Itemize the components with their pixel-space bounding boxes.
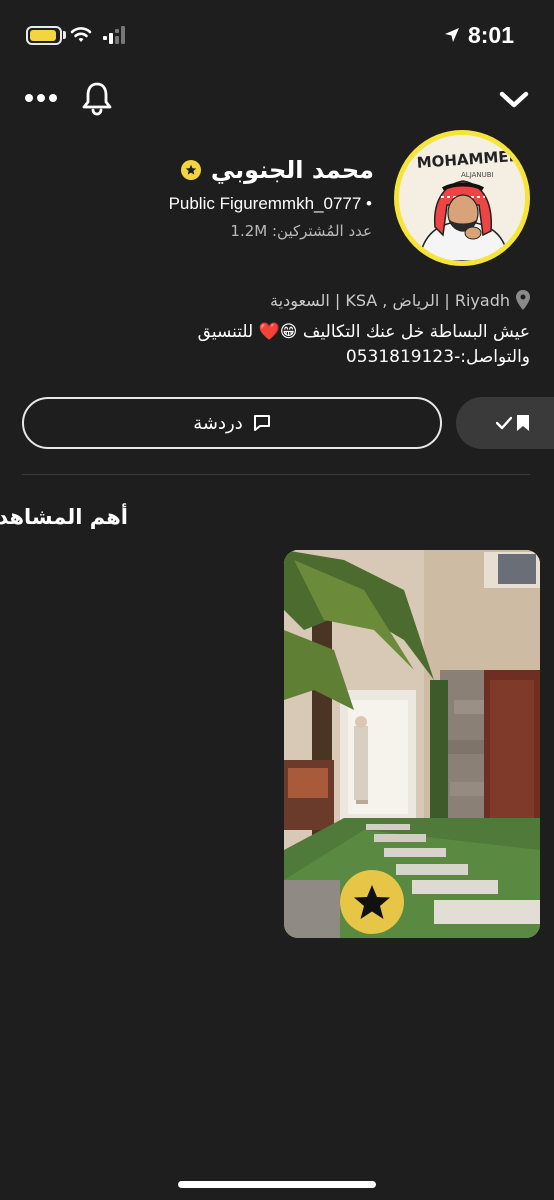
status-time: 8:01 (467, 21, 514, 48)
map-pin-icon (516, 290, 530, 310)
profile-bio: عيش البساطة خل عنك التكاليف 😁❤️ للتنسيق … (197, 322, 530, 367)
avatar[interactable]: MOHAMMED ALJANUBI (394, 130, 530, 266)
more-horizontal-icon[interactable] (24, 86, 58, 110)
profile-subtitle: Public Figuremmkh_0777 • (168, 194, 372, 213)
star-badge-icon (180, 160, 201, 180)
wifi-icon (70, 27, 92, 42)
status-bar: 8:01 (0, 0, 554, 70)
highlight-card[interactable] (284, 550, 540, 938)
chat-button-label: دردشة (193, 412, 243, 434)
profile-name: محمد الجنوبي (210, 156, 374, 184)
location-arrow-icon (444, 28, 459, 42)
chat-icon (253, 415, 270, 431)
chevron-down-icon[interactable] (498, 86, 530, 112)
battery-nub (63, 31, 66, 39)
avatar-illustration: MOHAMMED ALJANUBI (399, 135, 525, 261)
cellular-icon (103, 26, 125, 44)
location-row: Riyadh | الرياض , KSA | السعودية (270, 290, 530, 310)
star-badge-icon (340, 870, 404, 934)
bookmark-icon (517, 415, 529, 431)
highlight-thumbnail (284, 550, 540, 938)
check-icon (496, 416, 512, 430)
profile-name-row: محمد الجنوبي (180, 156, 374, 184)
bell-icon[interactable] (80, 80, 114, 116)
svg-text:ALJANUBI: ALJANUBI (461, 171, 494, 179)
section-divider (22, 474, 530, 475)
home-indicator[interactable] (178, 1181, 376, 1188)
subscriber-count: عدد المُشتركين: 1.2M (230, 222, 372, 240)
highlights-title: أهم المشاهد (0, 505, 128, 529)
location-text: Riyadh | الرياض , KSA | السعودية (270, 290, 510, 310)
subscribed-button[interactable] (456, 397, 554, 449)
chat-button[interactable]: دردشة (22, 397, 442, 449)
battery-icon (26, 26, 62, 45)
